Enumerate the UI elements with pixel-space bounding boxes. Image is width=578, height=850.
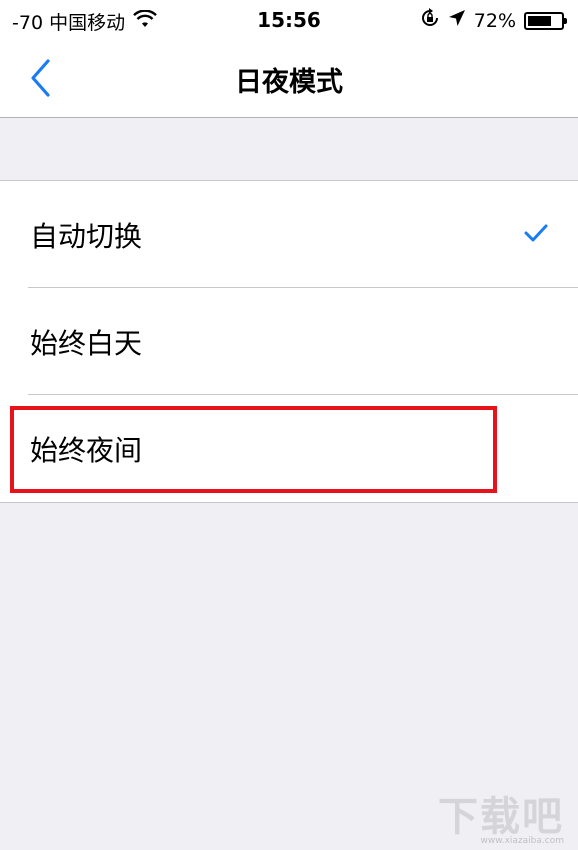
status-right: 72% (412, 8, 567, 33)
option-label: 始终夜间 (30, 433, 143, 467)
option-auto-switch[interactable]: 自动切换 (0, 181, 578, 288)
watermark-logo: 下载吧 www.xiazaiba.com (438, 784, 564, 846)
watermark-url: www.xiazaiba.com (480, 836, 564, 846)
mode-option-list: 自动切换 始终白天 始终夜间 (0, 180, 578, 503)
page-title: 日夜模式 (235, 67, 343, 98)
rotation-lock-icon (420, 8, 440, 33)
battery-icon (524, 11, 567, 30)
location-arrow-icon (448, 9, 466, 32)
battery-fill (528, 15, 552, 26)
option-always-night[interactable]: 始终夜间 (0, 395, 578, 502)
watermark-text: 下载吧 (438, 794, 564, 840)
navigation-bar: 日夜模式 (0, 40, 578, 118)
battery-percent: 72% (473, 9, 516, 32)
option-label: 自动切换 (30, 219, 143, 253)
status-bar: -70 中国移动 15:56 72% (0, 0, 578, 40)
option-label: 始终白天 (30, 326, 143, 360)
checkmark-icon (524, 223, 548, 247)
option-always-day[interactable]: 始终白天 (0, 288, 578, 395)
